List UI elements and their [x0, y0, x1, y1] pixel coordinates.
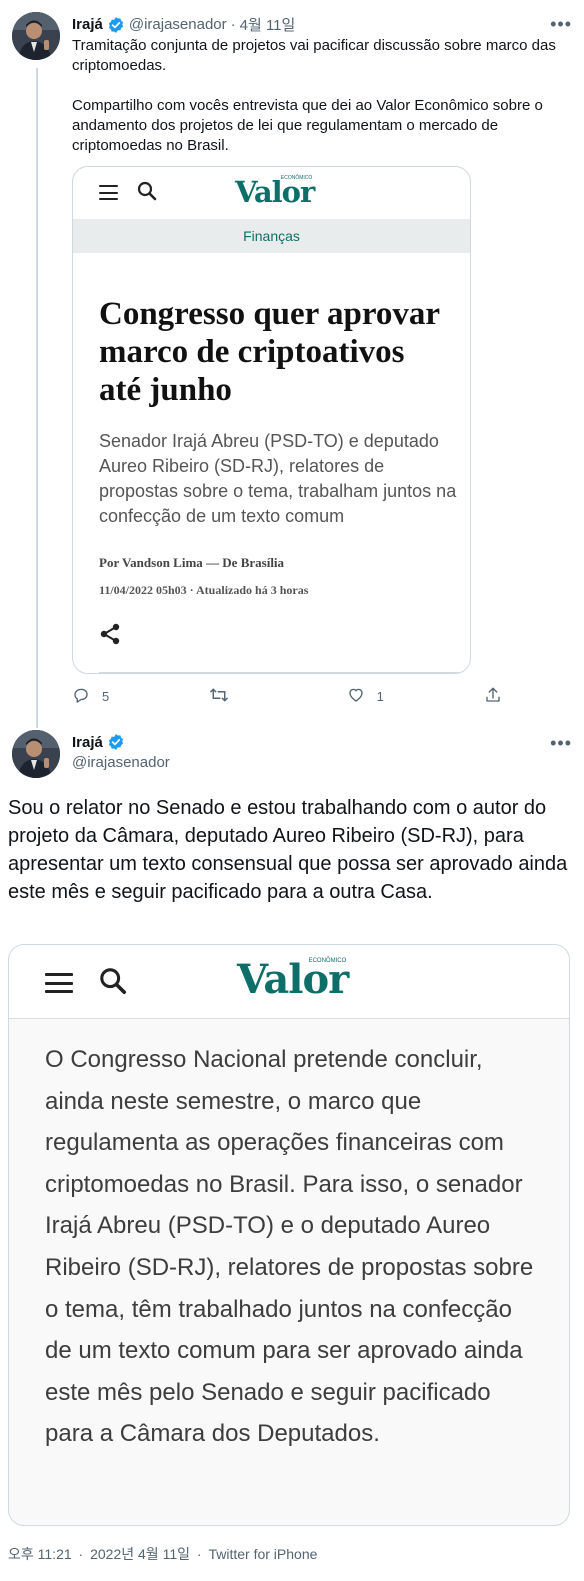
thread-connector-line — [36, 68, 38, 728]
tweet-text: Tramitação conjunta de projetos vai paci… — [72, 36, 572, 176]
like-icon — [347, 686, 365, 707]
tweet-source[interactable]: Twitter for iPhone — [208, 1546, 317, 1562]
card-divider — [99, 672, 470, 673]
avatar[interactable] — [12, 730, 60, 778]
search-icon — [137, 181, 157, 206]
separator: · — [78, 1546, 84, 1562]
tweet-meta: 오후 11:21 · 2022년 4월 11일 · Twitter for iP… — [8, 1544, 320, 1564]
search-icon — [99, 967, 127, 1000]
retweet-icon — [209, 686, 229, 707]
article-headline: Congresso quer aprovar marco de criptoat… — [99, 296, 440, 408]
more-icon[interactable]: ••• — [550, 14, 572, 35]
valor-logo: Valor ECONÔMICO — [235, 175, 315, 209]
share-icon — [99, 623, 121, 650]
reply-icon — [72, 686, 90, 707]
tweet-paragraph: Tramitação conjunta de projetos vai paci… — [72, 37, 556, 74]
logo-subtitle: ECONÔMICO — [280, 175, 313, 181]
tweet-actions: 5 1 — [72, 686, 502, 707]
article-preview-card[interactable]: Valor ECONÔMICO Finanças Congresso quer … — [72, 166, 471, 674]
author-name[interactable]: Irajá — [72, 734, 103, 751]
like-button[interactable]: 1 — [347, 686, 443, 707]
share-tweet-icon — [484, 686, 502, 707]
retweet-button[interactable] — [209, 686, 305, 707]
card-header: Valor ECONÔMICO — [73, 167, 470, 219]
hamburger-menu-icon — [45, 973, 73, 993]
tweet-date[interactable]: 4월 11일 — [240, 14, 296, 35]
tweet-time[interactable]: 오후 11:21 — [8, 1546, 72, 1562]
verified-badge-icon — [107, 733, 125, 751]
tweet-paragraph: Compartilho com vocês entrevista que dei… — [72, 97, 543, 154]
article-subhead: Senador Irajá Abreu (PSD-TO) e deputado … — [99, 431, 457, 526]
tweet-full-date[interactable]: 2022년 4월 11일 — [90, 1546, 190, 1562]
reply-button[interactable]: 5 — [72, 686, 168, 707]
tweet-text: Sou o relator no Senado e estou trabalha… — [8, 797, 568, 903]
avatar[interactable] — [12, 12, 60, 60]
article-byline: Por Vandson Lima — De Brasília — [99, 555, 285, 570]
valor-logo: Valor ECONÔMICO — [237, 956, 349, 1003]
author-handle[interactable]: @irajasenador — [72, 754, 170, 771]
more-icon[interactable]: ••• — [550, 733, 572, 754]
article-timestamp: 11/04/2022 05h03 · Atualizado há 3 horas — [99, 583, 309, 597]
separator: · — [196, 1546, 202, 1562]
article-body: O Congresso Nacional pretende concluir, … — [45, 1046, 534, 1448]
logo-subtitle: ECONÔMICO — [308, 958, 347, 964]
card-header: Valor ECONÔMICO — [9, 945, 569, 1019]
share-tweet-button[interactable] — [484, 686, 502, 707]
author-handle[interactable]: @irajasenador — [129, 16, 227, 33]
section-label: Finanças — [73, 219, 470, 253]
hamburger-menu-icon — [99, 185, 118, 200]
verified-badge-icon — [107, 16, 125, 34]
like-count: 1 — [376, 689, 384, 704]
article-screenshot-image[interactable]: Valor ECONÔMICO O Congresso Nacional pre… — [8, 944, 570, 1526]
reply-count: 5 — [102, 689, 110, 704]
author-name[interactable]: Irajá — [72, 16, 103, 33]
separator: · — [230, 16, 236, 33]
